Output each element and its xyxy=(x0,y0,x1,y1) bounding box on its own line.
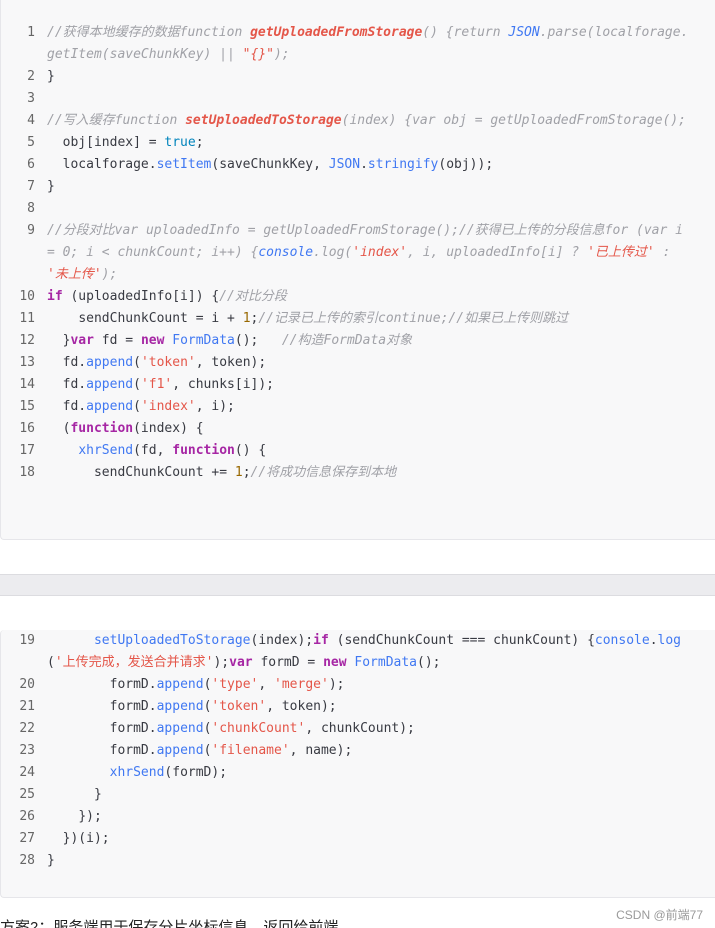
code-line: 27 })(i); xyxy=(1,828,715,850)
code-text: formD.append('token', token); xyxy=(47,699,337,714)
section-divider xyxy=(0,574,715,596)
line-number: 26 xyxy=(19,809,35,824)
code-line: 12 }var fd = new FormData(); //构造FormDat… xyxy=(1,330,715,352)
code-text: fd.append('index', i); xyxy=(47,399,235,414)
line-number: 21 xyxy=(19,699,35,714)
code-line: 20 formD.append('type', 'merge'); xyxy=(1,674,715,696)
code-line: 6 localforage.setItem(saveChunkKey, JSON… xyxy=(1,154,715,176)
code-text: //获得本地缓存的数据function getUploadedFromStora… xyxy=(47,25,689,62)
line-number: 6 xyxy=(27,157,35,172)
code-text: //分段对比var uploadedInfo = getUploadedFrom… xyxy=(47,223,691,282)
code-line: 1 //获得本地缓存的数据function getUploadedFromStor… xyxy=(1,22,715,66)
code-text: formD.append('filename', name); xyxy=(47,743,353,758)
line-number: 15 xyxy=(19,399,35,414)
line-number: 2 xyxy=(27,69,35,84)
line-number: 23 xyxy=(19,743,35,758)
code-text: } xyxy=(47,179,55,194)
code-line: 3 xyxy=(1,88,715,110)
code-text: }); xyxy=(47,809,102,824)
line-number: 8 xyxy=(27,201,35,216)
line-number: 7 xyxy=(27,179,35,194)
code-line: 13 fd.append('token', token); xyxy=(1,352,715,374)
code-text: formD.append('type', 'merge'); xyxy=(47,677,345,692)
line-number: 19 xyxy=(19,633,35,648)
code-text: } xyxy=(47,853,55,868)
code-line: 5 obj[index] = true; xyxy=(1,132,715,154)
article-page: 1 //获得本地缓存的数据function getUploadedFromStor… xyxy=(0,0,715,928)
code-block-1: 1 //获得本地缓存的数据function getUploadedFromStor… xyxy=(0,0,715,540)
code-text: formD.append('chunkCount', chunkCount); xyxy=(47,721,415,736)
line-number: 16 xyxy=(19,421,35,436)
code-line: 16 (function(index) { xyxy=(1,418,715,440)
line-number: 3 xyxy=(27,91,35,106)
line-number: 22 xyxy=(19,721,35,736)
code-line: 15 fd.append('index', i); xyxy=(1,396,715,418)
code-line: 10 if (uploadedInfo[i]) {//对比分段 xyxy=(1,286,715,308)
code-line: 25 } xyxy=(1,784,715,806)
line-number: 17 xyxy=(19,443,35,458)
code-text: xhrSend(formD); xyxy=(109,765,228,780)
csdn-watermark: CSDN @前端77 xyxy=(616,908,703,922)
code-text: if (uploadedInfo[i]) {//对比分段 xyxy=(47,289,287,304)
line-number: 10 xyxy=(19,289,35,304)
code-text: })(i); xyxy=(47,831,110,846)
code-line: 28} xyxy=(1,850,715,872)
code-line: 14 fd.append('f1', chunks[i]); xyxy=(1,374,715,396)
line-number: 1 xyxy=(27,25,35,40)
line-number: 9 xyxy=(27,223,35,238)
line-number: 25 xyxy=(19,787,35,802)
code-line: 7} xyxy=(1,176,715,198)
code-text: (function(index) { xyxy=(47,421,204,436)
line-number: 27 xyxy=(19,831,35,846)
line-number: 11 xyxy=(19,311,35,326)
code-text: xhrSend(fd, function() { xyxy=(78,443,267,458)
code-text: } xyxy=(47,787,102,802)
code-line: 24 xhrSend(formD); xyxy=(1,762,715,784)
code-text: fd.append('token', token); xyxy=(47,355,267,370)
code-text: fd.append('f1', chunks[i]); xyxy=(47,377,274,392)
line-number: 13 xyxy=(19,355,35,370)
line-number: 24 xyxy=(19,765,35,780)
code-text: sendChunkCount += 1;//将成功信息保存到本地 xyxy=(47,465,397,480)
code-text: obj[index] = true; xyxy=(47,135,204,150)
code-line: 19 setUploadedToStorage(index);if (sendC… xyxy=(1,630,715,674)
code-block-2: 19 setUploadedToStorage(index);if (sendC… xyxy=(0,630,715,898)
code-line: 21 formD.append('token', token); xyxy=(1,696,715,718)
code-text: }var fd = new FormData(); //构造FormData对象 xyxy=(47,333,413,348)
code-line: 9 //分段对比var uploadedInfo = getUploadedFro… xyxy=(1,220,715,286)
code-text: sendChunkCount = i + 1;//记录已上传的索引continu… xyxy=(47,311,569,326)
code-text: } xyxy=(47,69,55,84)
code-lines-2: 19 setUploadedToStorage(index);if (sendC… xyxy=(1,630,715,872)
code-line: 11 sendChunkCount = i + 1;//记录已上传的索引cont… xyxy=(1,308,715,330)
code-text: //写入缓存function setUploadedToStorage(inde… xyxy=(47,113,687,128)
line-number: 12 xyxy=(19,333,35,348)
line-number: 5 xyxy=(27,135,35,150)
code-line: 23 formD.append('filename', name); xyxy=(1,740,715,762)
code-line: 26 }); xyxy=(1,806,715,828)
code-text: localforage.setItem(saveChunkKey, JSON.s… xyxy=(47,157,494,172)
paragraph-heading: 方案2：服务端用于保存分片坐标信息，返回给前端 xyxy=(0,919,339,928)
code-line: 22 formD.append('chunkCount', chunkCount… xyxy=(1,718,715,740)
code-text: setUploadedToStorage(index);if (sendChun… xyxy=(47,633,682,670)
code-lines-1: 1 //获得本地缓存的数据function getUploadedFromStor… xyxy=(1,22,715,484)
code-line: 17 xhrSend(fd, function() { xyxy=(1,440,715,462)
code-line: 8 xyxy=(1,198,715,220)
code-line: 4 //写入缓存function setUploadedToStorage(ind… xyxy=(1,110,715,132)
code-line: 18 sendChunkCount += 1;//将成功信息保存到本地 xyxy=(1,462,715,484)
line-number: 28 xyxy=(19,853,35,868)
line-number: 18 xyxy=(19,465,35,480)
line-number: 14 xyxy=(19,377,35,392)
line-number: 4 xyxy=(27,113,35,128)
code-line: 2} xyxy=(1,66,715,88)
line-number: 20 xyxy=(19,677,35,692)
